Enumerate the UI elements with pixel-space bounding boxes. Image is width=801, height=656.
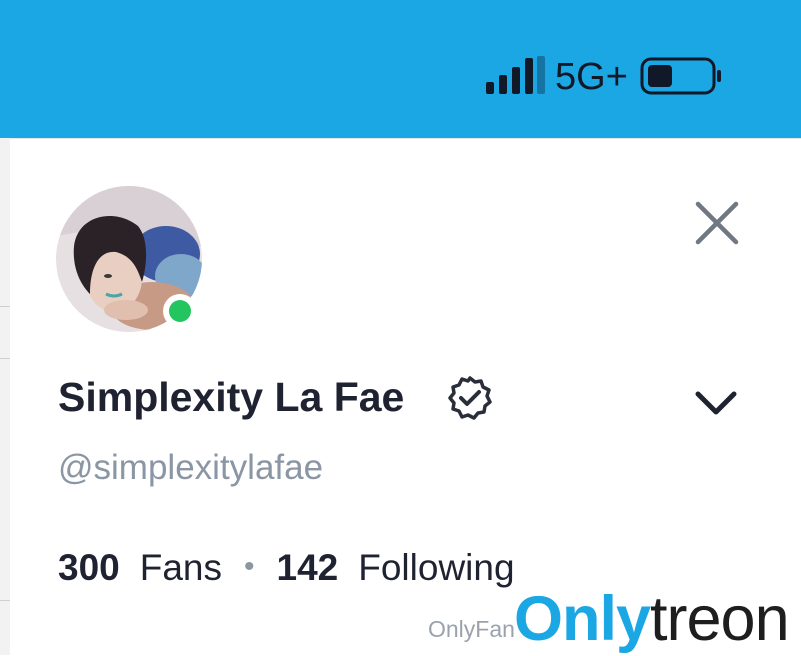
fans-count[interactable]: 300 xyxy=(58,547,120,588)
verified-badge-icon xyxy=(448,376,492,420)
signal-bars-icon xyxy=(486,56,545,94)
profile-username: @simplexitylafae xyxy=(58,448,324,487)
battery-icon xyxy=(640,57,721,95)
watermark-text: OnlyFans xyxy=(428,616,514,642)
following-count[interactable]: 142 xyxy=(277,547,339,588)
watermark-logo-part1: Only xyxy=(514,584,651,654)
fans-label[interactable]: Fans xyxy=(140,547,222,588)
expand-profile-button[interactable] xyxy=(690,380,742,426)
watermark-logo: Onlytreon xyxy=(514,583,790,655)
close-icon xyxy=(695,201,739,245)
chevron-down-icon xyxy=(695,391,737,415)
following-label[interactable]: Following xyxy=(358,547,514,588)
online-status-indicator xyxy=(163,294,197,328)
profile-display-name: Simplexity La Fae xyxy=(58,374,405,420)
stats-separator: • xyxy=(244,550,255,583)
profile-stats: 300 Fans • 142 Following xyxy=(58,543,515,592)
close-button[interactable] xyxy=(690,196,744,250)
watermark-logo-part2: treon xyxy=(650,584,790,654)
status-bar: 5G+ xyxy=(0,0,801,138)
network-type-label: 5G+ xyxy=(555,56,628,98)
